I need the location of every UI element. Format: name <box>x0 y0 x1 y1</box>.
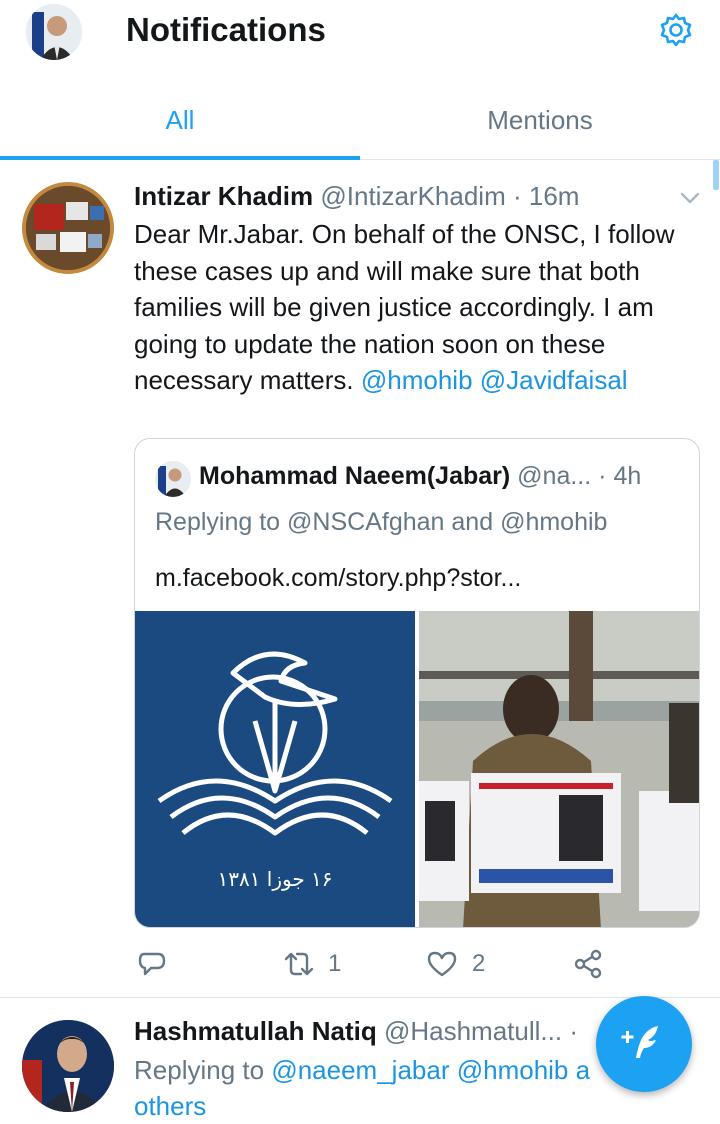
logo-date-text: ۱۶ جوزا ۱۳۸۱ <box>217 867 333 891</box>
tweet-text: Dear Mr.Jabar. On behalf of the ONSC, I … <box>134 216 704 399</box>
author-handle[interactable]: @Hashmatull... <box>384 1016 562 1046</box>
avatar[interactable] <box>22 1020 114 1112</box>
avatar <box>155 461 191 497</box>
quoted-author-name: Mohammad Naeem(Jabar) <box>199 462 511 490</box>
quoted-media[interactable]: ۱۶ جوزا ۱۳۸۱ <box>135 611 699 927</box>
compose-tweet-icon <box>621 1026 658 1058</box>
reply-and: and <box>451 508 494 536</box>
quoted-tweet-time: 4h <box>613 462 642 490</box>
chevron-down-icon[interactable] <box>676 188 704 208</box>
avatar[interactable] <box>22 182 114 274</box>
author-handle[interactable]: @IntizarKhadim <box>320 181 505 211</box>
reply-and-partial[interactable]: a <box>576 1055 590 1085</box>
media-image-protest[interactable] <box>419 611 699 927</box>
compose-button[interactable] <box>596 996 692 1092</box>
active-tab-indicator <box>0 156 360 160</box>
reply-mention[interactable]: @hmohib <box>457 1055 569 1085</box>
separator-dot: · <box>569 1016 578 1046</box>
replying-to-label: Replying to <box>134 1055 265 1085</box>
logo-graphic <box>157 651 393 836</box>
tweet-actions: 1 2 <box>134 944 614 984</box>
tab-all[interactable]: All <box>0 88 360 160</box>
author-name[interactable]: Intizar Khadim <box>134 181 313 211</box>
retweet-icon <box>284 952 314 976</box>
quoted-tweet[interactable]: Mohammad Naeem(Jabar) @na... · 4h Replyi… <box>134 438 700 928</box>
like-count: 2 <box>472 950 486 977</box>
quoted-replying-to: Replying to @NSCAfghan and @hmohib <box>155 505 607 539</box>
author-name[interactable]: Hashmatullah Natiq <box>134 1016 377 1046</box>
notification-tabs: All Mentions <box>0 88 720 160</box>
quoted-tweet-header: Mohammad Naeem(Jabar) @na... · 4h <box>199 459 641 493</box>
quoted-link-text: m.facebook.com/story.php?stor... <box>155 564 522 592</box>
mention-link[interactable]: @hmohib <box>361 365 473 395</box>
reply-icon <box>138 952 166 976</box>
protest-photo <box>419 611 699 927</box>
share-icon <box>574 949 602 979</box>
tweet-header: Hashmatullah Natiq @Hashmatull... · <box>134 1014 578 1048</box>
tweet-header: Intizar Khadim @IntizarKhadim · 16m <box>134 180 579 212</box>
separator-dot: · <box>512 181 522 211</box>
tab-mentions[interactable]: Mentions <box>360 88 720 160</box>
app-header: Notifications <box>0 0 720 62</box>
replying-to-label: Replying to <box>155 508 281 536</box>
replying-to: Replying to @naeem_jabar @hmohib a other… <box>134 1052 604 1124</box>
heart-icon <box>427 951 457 977</box>
notification-tweet[interactable]: Intizar Khadim @IntizarKhadim · 16m Dear… <box>0 170 720 998</box>
media-image-logo[interactable]: ۱۶ جوزا ۱۳۸۱ <box>135 611 415 927</box>
reply-others-link[interactable]: others <box>134 1091 206 1121</box>
mention-link[interactable]: @Javidfaisal <box>480 365 628 395</box>
retweet-count: 1 <box>328 950 342 977</box>
quoted-author-handle: @na... <box>517 462 592 490</box>
separator-dot: · <box>598 462 607 490</box>
page-title: Notifications <box>126 11 326 48</box>
reply-mention: @hmohib <box>500 508 608 536</box>
user-avatar[interactable] <box>26 4 82 60</box>
reply-mention[interactable]: @naeem_jabar <box>271 1055 449 1085</box>
gear-icon[interactable] <box>656 10 696 50</box>
tweet-time: 16m <box>528 181 580 211</box>
reply-mention: @NSCAfghan <box>287 508 445 536</box>
